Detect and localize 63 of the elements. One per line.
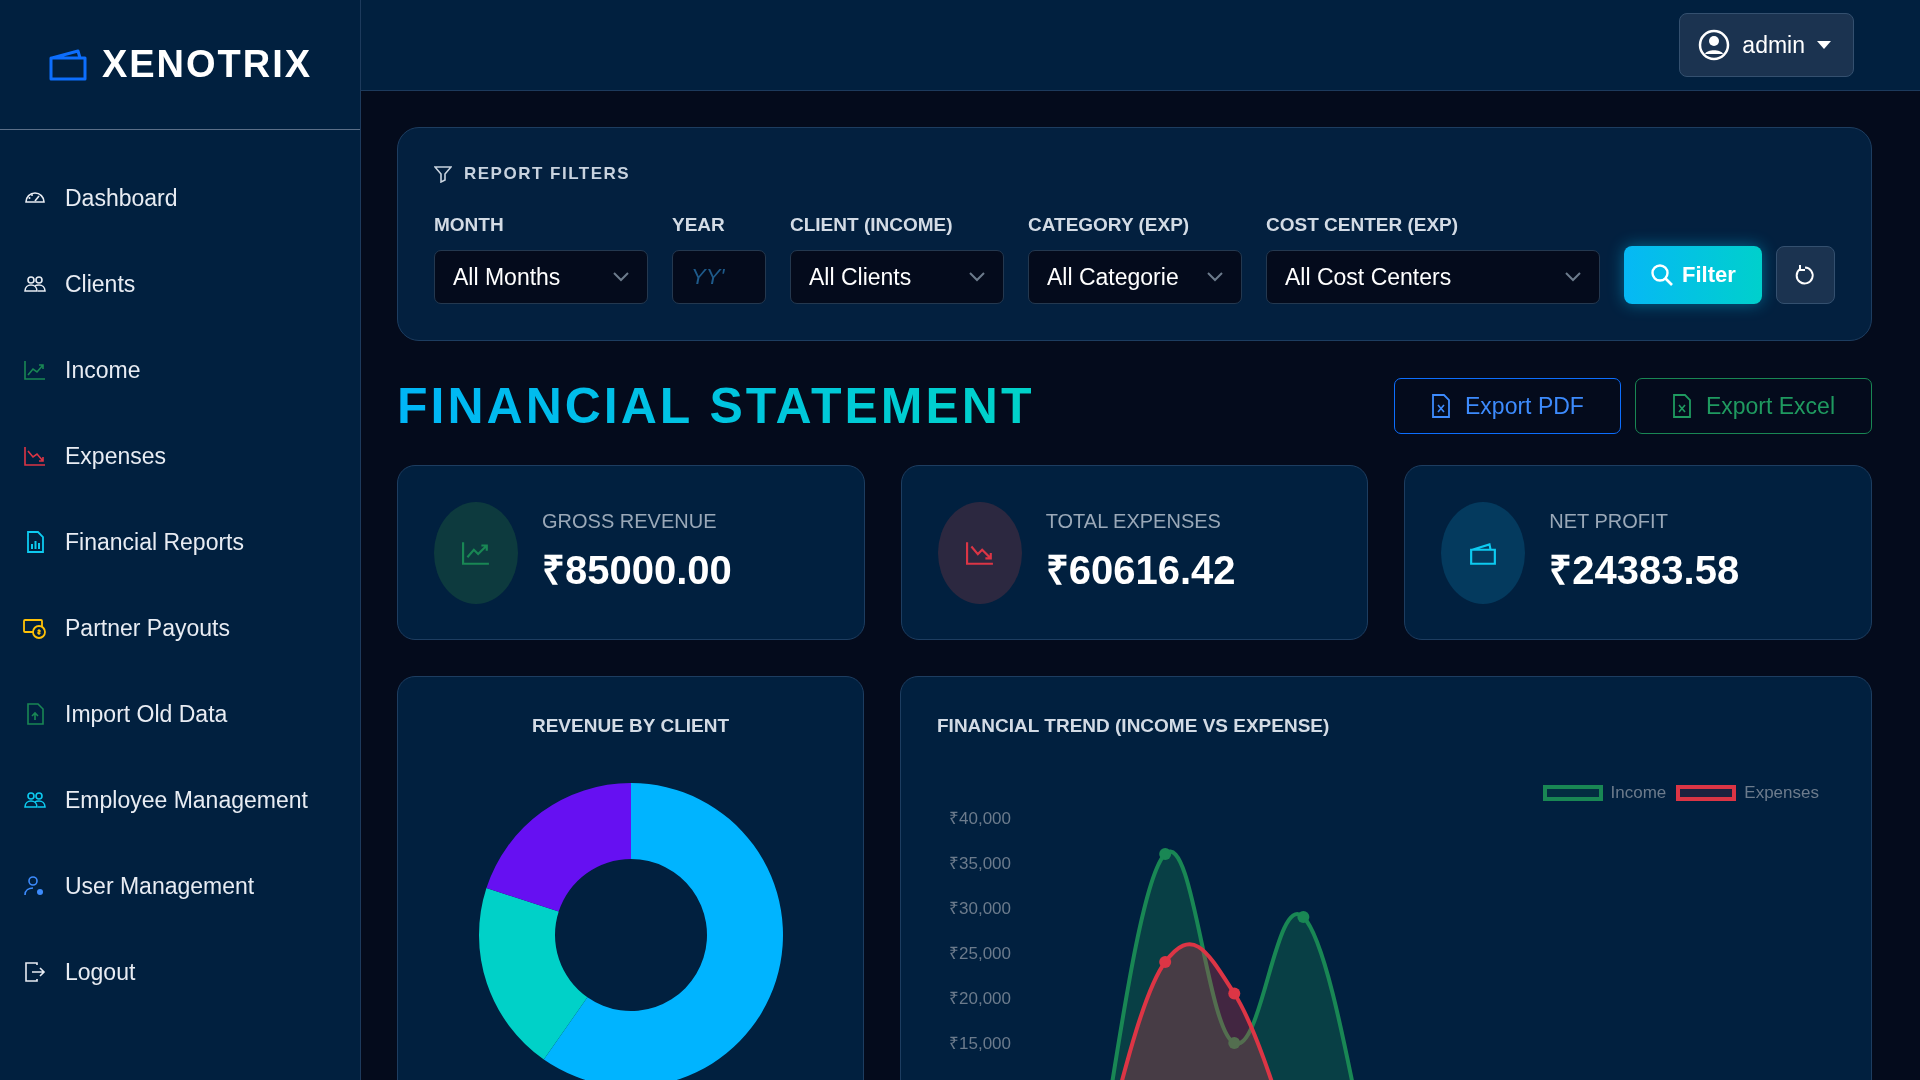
data-point bbox=[1159, 848, 1172, 860]
payouts-icon bbox=[23, 616, 47, 640]
axis-tick-label: ₹25,000 bbox=[949, 944, 1011, 963]
data-point bbox=[1228, 1037, 1241, 1049]
stat-value: ₹85000.00 bbox=[542, 546, 732, 594]
legend-label: Income bbox=[1610, 783, 1667, 803]
stat-label: TOTAL EXPENSES bbox=[1045, 509, 1222, 533]
axis-tick-label: ₹30,000 bbox=[949, 899, 1011, 918]
stat-label: NET PROFIT bbox=[1549, 509, 1669, 533]
export-button[interactable]: Export Excel bbox=[1634, 378, 1872, 434]
axis-tick-label: ₹15,000 bbox=[949, 1034, 1011, 1053]
select-field[interactable]: All Clients bbox=[790, 250, 1004, 304]
data-point bbox=[1159, 956, 1172, 968]
chevron-down-icon bbox=[613, 272, 629, 282]
sidebar-item[interactable]: Partner Payouts bbox=[0, 585, 360, 671]
field-label: CLIENT (INCOME) bbox=[790, 214, 954, 236]
chevron-down-icon bbox=[1565, 272, 1581, 282]
legend-label: Expenses bbox=[1744, 783, 1819, 803]
user-avatar-icon bbox=[1698, 29, 1731, 61]
field-label: MONTH bbox=[434, 214, 505, 236]
select-field[interactable]: All Months bbox=[434, 250, 648, 304]
select-field[interactable]: All Cost Centers bbox=[1266, 250, 1600, 304]
axis-tick-label: ₹40,000 bbox=[949, 809, 1011, 828]
field-label: COST CENTER (EXP) bbox=[1266, 214, 1460, 236]
axis-tick-label: ₹20,000 bbox=[949, 989, 1011, 1008]
chart-title: FINANCIAL TREND (INCOME VS EXPENSE) bbox=[937, 715, 1330, 736]
sidebar-item[interactable]: Dashboard bbox=[0, 155, 360, 241]
reset-icon bbox=[1794, 264, 1817, 286]
year-input-field[interactable]: YY' bbox=[672, 250, 766, 304]
stat-value: ₹60616.42 bbox=[1045, 546, 1236, 594]
sidebar-item[interactable]: Clients bbox=[0, 241, 360, 327]
chart-title: REVENUE BY CLIENT bbox=[531, 715, 730, 737]
logout-icon bbox=[23, 960, 47, 984]
spreadsheet-file-icon bbox=[1671, 394, 1692, 418]
chevron-down-icon bbox=[1207, 272, 1223, 282]
expenses-icon bbox=[23, 444, 47, 468]
sidebar-item[interactable]: Employee Management bbox=[0, 757, 360, 843]
field-label: YEAR bbox=[672, 214, 726, 236]
filter-icon bbox=[434, 165, 452, 183]
sidebar-item[interactable]: Income bbox=[0, 327, 360, 413]
axis-tick-label: ₹35,000 bbox=[949, 854, 1011, 873]
sidebar-item[interactable]: Logout bbox=[0, 929, 360, 1015]
field-label: CATEGORY (EXP) bbox=[1028, 214, 1191, 236]
user-menu-button[interactable]: admin bbox=[1679, 13, 1854, 77]
data-point bbox=[1228, 987, 1241, 1000]
sidebar-item[interactable]: Import Old Data bbox=[0, 671, 360, 757]
select-field[interactable]: All Categorie bbox=[1028, 250, 1242, 304]
sidebar-item[interactable]: Expenses bbox=[0, 413, 360, 499]
reset-button[interactable] bbox=[1775, 246, 1835, 304]
pdf-file-icon bbox=[1431, 394, 1451, 418]
brand-name: XENOTRIX bbox=[101, 43, 313, 86]
stat-value: ₹24383.58 bbox=[1549, 546, 1740, 594]
search-icon bbox=[1650, 263, 1674, 287]
wallet-icon bbox=[47, 47, 88, 82]
income-icon bbox=[23, 358, 47, 382]
sidebar-item[interactable]: Financial Reports bbox=[0, 499, 360, 585]
stat-label: GROSS REVENUE bbox=[542, 509, 718, 533]
sidebar-item[interactable]: User Management bbox=[0, 843, 360, 929]
data-point bbox=[1297, 911, 1310, 923]
export-button[interactable]: Export PDF bbox=[1394, 378, 1621, 434]
caret-icon bbox=[1817, 41, 1831, 49]
chevron-down-icon bbox=[969, 272, 985, 282]
filters-title: REPORT FILTERS bbox=[464, 164, 631, 184]
